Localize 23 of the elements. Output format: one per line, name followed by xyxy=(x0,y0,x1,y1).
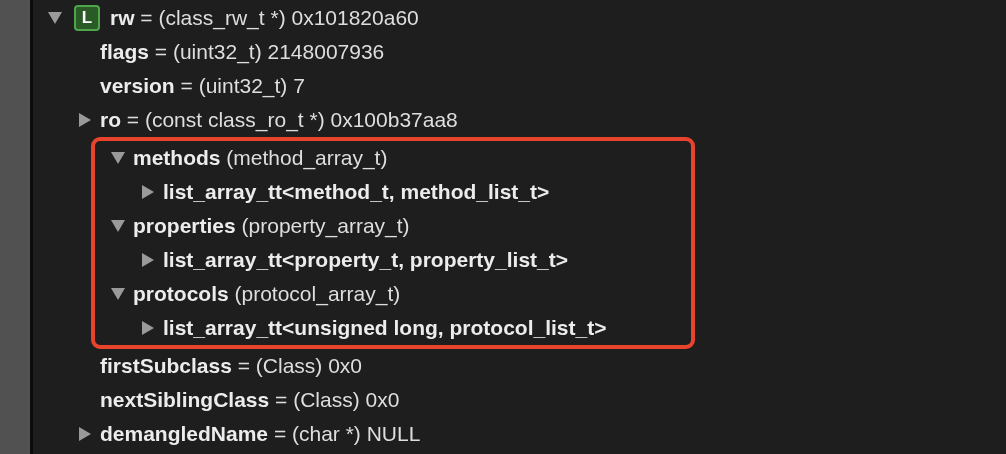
variable-text: properties (property_array_t) xyxy=(133,214,410,238)
variable-text: list_array_tt<unsigned long, protocol_list_t> xyxy=(163,316,607,340)
variable-text: list_array_tt<property_t, property_list_t> xyxy=(163,248,568,272)
variable-text: methods (method_array_t) xyxy=(133,146,388,170)
variable-text: demangledName = (char *) NULL xyxy=(100,422,421,446)
local-variable-badge: L xyxy=(74,5,100,31)
variable-text: rw = (class_rw_t *) 0x101820a60 xyxy=(110,6,419,30)
variable-text: flags = (uint32_t) 2148007936 xyxy=(100,40,385,64)
collapsed-triangle-icon[interactable] xyxy=(78,427,92,441)
variable-text: version = (uint32_t) 7 xyxy=(100,74,305,98)
variable-text: list_array_tt<method_t, method_list_t> xyxy=(163,180,550,204)
expanded-triangle-icon[interactable] xyxy=(111,151,125,165)
expanded-triangle-icon[interactable] xyxy=(111,219,125,233)
collapsed-triangle-icon[interactable] xyxy=(141,321,155,335)
variable-text: firstSubclass = (Class) 0x0 xyxy=(100,354,362,378)
variable-text: ro = (const class_ro_t *) 0x100b37aa8 xyxy=(100,108,458,132)
collapsed-triangle-icon[interactable] xyxy=(141,185,155,199)
collapsed-triangle-icon[interactable] xyxy=(78,113,92,127)
variable-text: nextSiblingClass = (Class) 0x0 xyxy=(100,388,400,412)
expanded-triangle-icon[interactable] xyxy=(111,287,125,301)
variable-text: protocols (protocol_array_t) xyxy=(133,282,401,306)
collapsed-triangle-icon[interactable] xyxy=(141,253,155,267)
expanded-triangle-icon[interactable] xyxy=(48,11,62,25)
